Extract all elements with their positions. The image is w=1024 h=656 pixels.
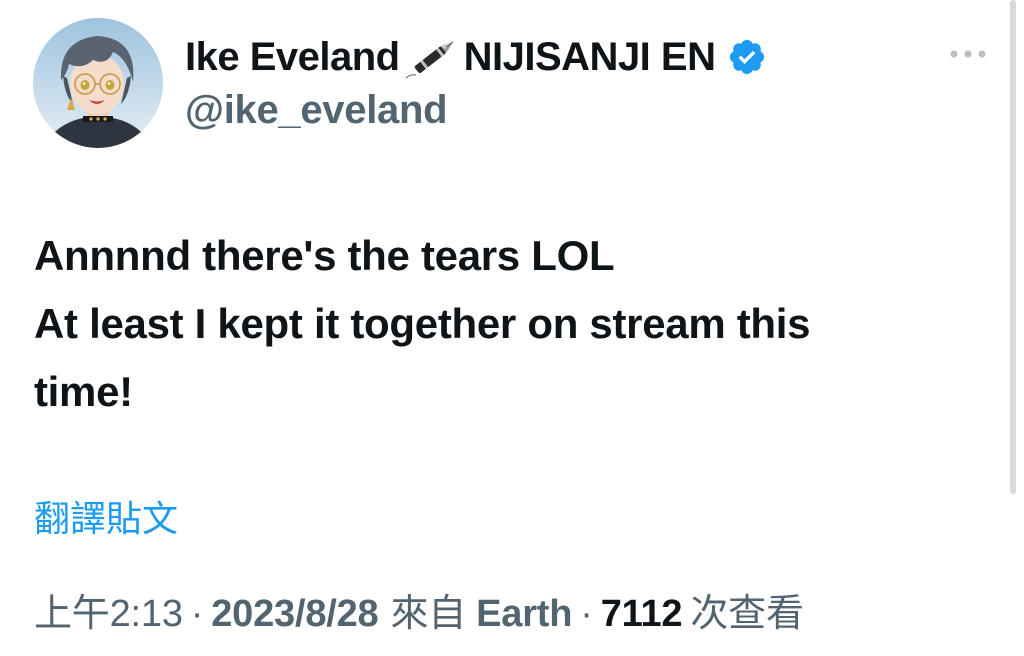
tweet-metadata: 上午2:13 · 2023/8/28 來自 Earth · 7112 次查看 — [34, 582, 804, 637]
fountain-pen-icon — [404, 34, 462, 80]
tweet-text-line: time! — [34, 368, 133, 415]
tweet-source: Earth — [476, 593, 573, 635]
author-affiliation[interactable]: NIJISANJI EN — [464, 35, 716, 80]
tweet-time[interactable]: 上午2:13 — [34, 582, 183, 637]
verified-badge-icon[interactable] — [727, 37, 767, 77]
author-handle[interactable]: @ike_eveland — [185, 88, 448, 133]
views-count[interactable]: 7112 — [601, 593, 683, 636]
scrollbar[interactable] — [1010, 0, 1016, 494]
more-options-button[interactable] — [944, 38, 992, 70]
author-name-row[interactable]: Ike Eveland NIJISANJI EN — [185, 32, 767, 82]
tweet-date[interactable]: 2023/8/28 — [211, 593, 378, 636]
tweet-text-line: At least I kept it together on stream th… — [34, 300, 811, 347]
views-label: 次查看 — [690, 593, 804, 635]
separator: · — [580, 593, 593, 635]
tweet-text-line: Annnnd there's the tears LOL — [34, 232, 615, 279]
more-options-icon — [950, 50, 986, 58]
translate-post-link[interactable]: 翻譯貼文 — [34, 490, 178, 542]
source-prefix: 來自 — [390, 593, 467, 635]
separator: · — [190, 593, 204, 635]
tweet-text: Annnnd there's the tears LOL At least I … — [34, 222, 994, 426]
author-display-name[interactable]: Ike Eveland — [185, 35, 400, 80]
tweet-detail: Ike Eveland NIJISANJI EN @ike_eveland An… — [0, 0, 1024, 656]
avatar[interactable] — [33, 18, 163, 148]
